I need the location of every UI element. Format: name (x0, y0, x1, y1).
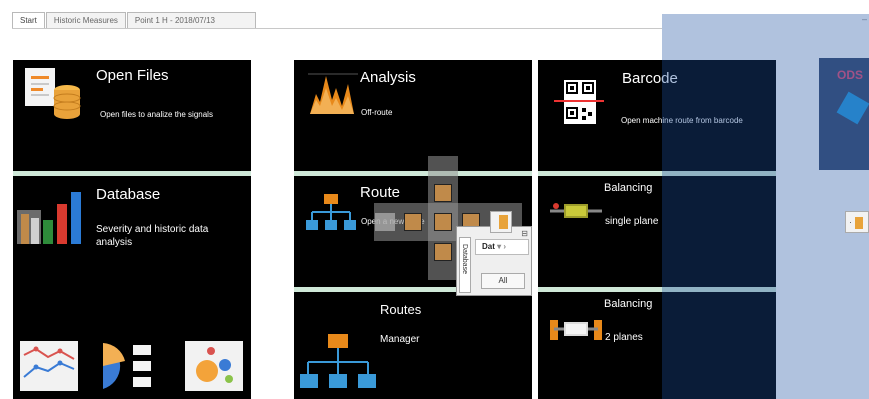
dock-preview-overlay (662, 14, 869, 399)
rotor-icon (550, 316, 602, 342)
document-icon (499, 215, 508, 229)
tile-title: Database (96, 186, 161, 203)
tile-title: Routes (380, 302, 422, 317)
tile-routes[interactable]: Routes Manager (294, 292, 532, 399)
tile-subtitle: Open files to analize the signals (100, 110, 213, 119)
dock-bottom-target[interactable] (434, 243, 452, 261)
tab-historic-measures[interactable]: Historic Measures (45, 12, 126, 28)
all-button[interactable]: All (481, 273, 525, 289)
chevron-down-icon: ▾ › (497, 242, 507, 251)
org-chart-icon (300, 334, 376, 392)
dock-left-target[interactable] (404, 213, 422, 231)
tile-title: Route (360, 184, 401, 201)
pie-list-icon (99, 341, 157, 391)
org-chart-icon (306, 192, 356, 232)
vertical-tab-label: Database (461, 244, 468, 274)
document-icon (854, 216, 863, 229)
qr-code-icon (554, 80, 604, 124)
dock-left-preview (375, 213, 395, 231)
tile-database[interactable]: Database Severity and historic data anal… (13, 176, 251, 399)
tab-point-1h[interactable]: Point 1 H - 2018/07/13 (126, 12, 256, 28)
tile-subtitle: Off-route (361, 108, 393, 117)
bubble-chart-icon (185, 341, 243, 391)
spectrum-icon (308, 70, 358, 116)
tile-title: Balancing (604, 298, 653, 310)
tab-start[interactable]: Start (12, 12, 45, 29)
tile-title: Open Files (96, 67, 169, 84)
vertical-tab[interactable]: Database (459, 237, 471, 293)
side-dock-handle[interactable]: · (845, 211, 869, 233)
dock-center-target[interactable] (434, 213, 452, 231)
bar-chart-icon (17, 190, 89, 244)
close-icon[interactable]: ⊟ (521, 229, 528, 238)
tile-subtitle: Severity and historic data analysis (96, 224, 209, 248)
tab-divider (12, 28, 662, 29)
tile-analysis[interactable]: Analysis Off-route (294, 60, 532, 171)
drag-tab-icon[interactable] (490, 211, 512, 233)
floating-panel[interactable]: Database Dat ▾ › All ⊟ (456, 226, 532, 296)
open-files-icon (23, 66, 87, 122)
tile-title: Analysis (360, 69, 416, 86)
tile-title: Balancing (604, 182, 653, 194)
panel-combo[interactable]: Dat ▾ › (475, 239, 529, 255)
tile-subtitle: 2 planes (605, 332, 643, 343)
combo-value: Dat (482, 242, 495, 251)
line-chart-icon (20, 341, 78, 391)
tile-subtitle: Manager (380, 334, 420, 345)
tile-open-files[interactable]: Open Files Open files to analize the sig… (13, 60, 251, 171)
tile-subtitle: single plane (605, 216, 659, 227)
tab-strip: Start Historic Measures Point 1 H - 2018… (12, 12, 257, 29)
dock-top-target[interactable] (434, 184, 452, 202)
rotor-icon (550, 202, 602, 220)
